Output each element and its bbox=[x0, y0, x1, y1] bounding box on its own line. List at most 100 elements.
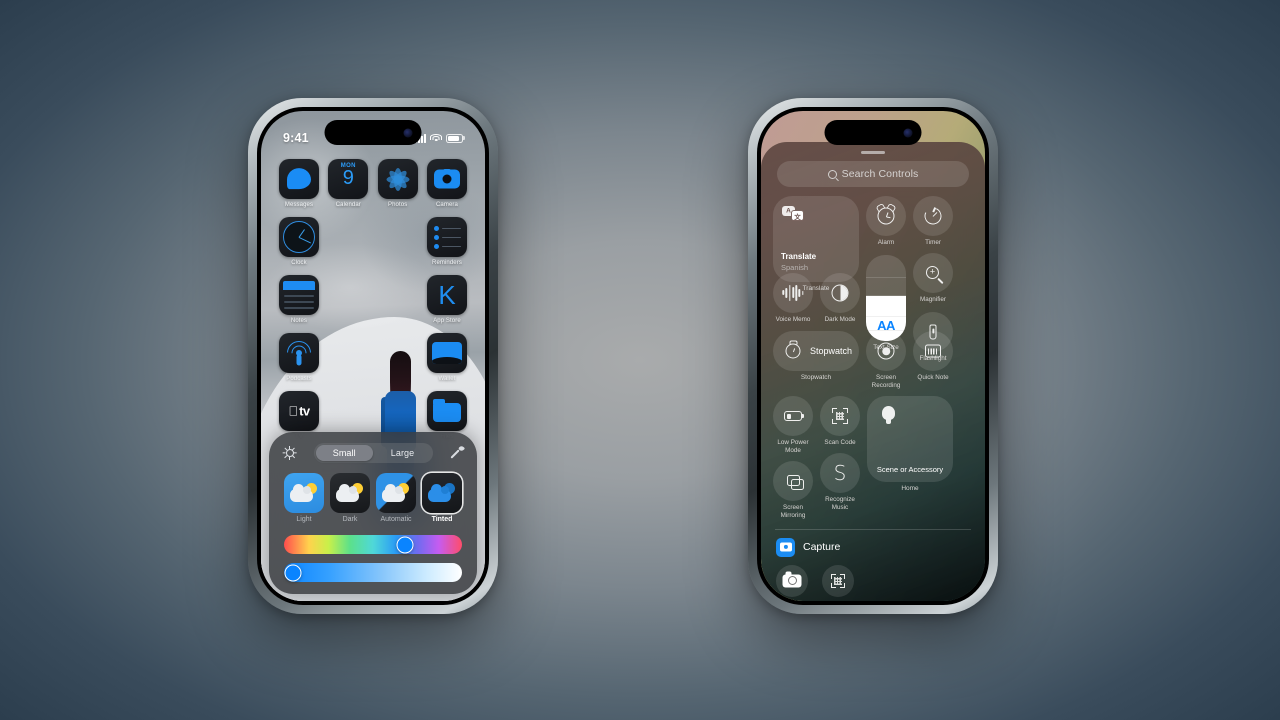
scene-title: Scene or Accessory bbox=[876, 465, 944, 475]
scan-code-label: Scan Code bbox=[824, 439, 856, 447]
calendar-icon: MON 9 bbox=[328, 159, 369, 199]
alarm-label: Alarm bbox=[877, 239, 895, 246]
app-label: Camera bbox=[436, 202, 458, 208]
hue-slider[interactable] bbox=[284, 535, 462, 554]
battery-low-icon bbox=[773, 396, 813, 437]
app-row: Clock Reminders bbox=[279, 217, 467, 266]
dynamic-island bbox=[824, 120, 922, 145]
app-empty bbox=[328, 275, 368, 324]
code-scanner-control[interactable] bbox=[822, 564, 854, 597]
reminders-icon bbox=[426, 217, 467, 257]
photos-icon bbox=[377, 159, 418, 199]
tint-brightness-slider[interactable] bbox=[284, 563, 462, 582]
controls-row: Stopwatch Stopwatch Screen Recording Qui… bbox=[773, 331, 973, 390]
app-row: Podcasts Wallet bbox=[279, 333, 467, 382]
control-alarm[interactable]: Alarm bbox=[866, 196, 906, 247]
app-reminders[interactable]: Reminders bbox=[426, 217, 467, 266]
control-timer[interactable]: Timer bbox=[913, 196, 953, 247]
control-stopwatch[interactable]: Stopwatch bbox=[773, 331, 859, 372]
theme-tinted[interactable]: Tinted bbox=[422, 473, 462, 523]
app-messages[interactable]: Messages bbox=[279, 159, 319, 208]
phone-bezel: Search Controls A 文 Translate Spanish Tr… bbox=[757, 107, 989, 605]
theme-dark[interactable]: Dark bbox=[330, 473, 370, 523]
theme-automatic[interactable]: Automatic bbox=[376, 473, 416, 523]
theme-thumbnail bbox=[422, 473, 462, 513]
theme-thumbnail bbox=[284, 473, 324, 513]
app-notes[interactable]: Notes bbox=[279, 275, 319, 324]
eyedropper-icon[interactable] bbox=[450, 446, 464, 460]
alarm-clock-icon bbox=[866, 196, 906, 236]
hue-slider-knob[interactable] bbox=[396, 536, 414, 553]
battery-icon bbox=[446, 133, 463, 143]
lightbulb-icon bbox=[882, 406, 895, 425]
capture-label: Capture bbox=[803, 541, 841, 554]
control-translate[interactable]: A 文 Translate Spanish bbox=[773, 196, 859, 282]
timer-icon bbox=[913, 196, 953, 236]
scan-shazam-column: Scan Code S Recognize Music bbox=[820, 396, 860, 519]
control-low-power-mode[interactable]: Low Power Mode bbox=[773, 396, 813, 455]
control-magnifier[interactable]: + Magnifier bbox=[913, 252, 953, 304]
app-label: Podcasts bbox=[286, 376, 312, 382]
recognize-music-label: Recognize Music bbox=[825, 496, 855, 511]
stopwatch-title: Stopwatch bbox=[810, 346, 853, 357]
screen-mirroring-label: Screen Mirroring bbox=[780, 503, 806, 519]
camera-icon bbox=[426, 159, 467, 199]
podcasts-icon bbox=[279, 333, 319, 373]
clock-icon bbox=[279, 217, 319, 257]
segment-large[interactable]: Large bbox=[374, 445, 432, 461]
translate-title: Translate bbox=[781, 252, 817, 262]
phone-right-control-center: Search Controls A 文 Translate Spanish Tr… bbox=[748, 98, 998, 614]
magnifier-icon: + bbox=[913, 252, 953, 293]
app-label: Reminders bbox=[432, 260, 462, 266]
camera-control[interactable] bbox=[776, 564, 808, 597]
drag-handle[interactable] bbox=[861, 151, 885, 155]
lowpower-mirror-column: Low Power Mode Screen Mirroring bbox=[773, 396, 813, 519]
control-screen-recording[interactable]: Screen Recording bbox=[866, 331, 906, 390]
screen-control-center: Search Controls A 文 Translate Spanish Tr… bbox=[761, 111, 985, 601]
sun-icon[interactable] bbox=[282, 446, 297, 461]
app-wallet[interactable]: Wallet bbox=[426, 333, 467, 382]
app-app-store[interactable]: K App Store bbox=[426, 275, 467, 324]
screen-mirroring-icon bbox=[773, 460, 813, 501]
low-power-mode-label: Low Power Mode bbox=[777, 439, 809, 455]
wifi-icon bbox=[430, 133, 442, 143]
app-label: Calendar bbox=[335, 202, 361, 208]
phone-left-home-screen: 9:41 Messages MON 9 Calendar Photos Came… bbox=[248, 98, 498, 614]
appearance-panel: Small Large Light Dark Automatic Tinted bbox=[269, 432, 477, 594]
control-scene-or-accessory[interactable]: Scene or Accessory bbox=[867, 396, 953, 483]
capture-section-header[interactable]: Capture bbox=[773, 537, 973, 557]
app-camera[interactable]: Camera bbox=[426, 159, 467, 208]
control-recognize-music[interactable]: S Recognize Music bbox=[820, 453, 860, 512]
control-voice-memo[interactable]: Voice Memo bbox=[773, 272, 813, 324]
tint-brightness-slider-knob[interactable] bbox=[284, 564, 302, 581]
segment-small[interactable]: Small bbox=[315, 445, 373, 461]
app-empty bbox=[378, 275, 418, 324]
dark-mode-icon bbox=[820, 272, 860, 313]
theme-label: Dark bbox=[342, 516, 358, 523]
waveform-icon bbox=[773, 272, 813, 313]
control-screen-mirroring[interactable]: Screen Mirroring bbox=[773, 460, 813, 520]
quick-note-icon bbox=[913, 331, 953, 372]
search-controls-field[interactable]: Search Controls bbox=[777, 161, 969, 187]
control-scan-code[interactable]: Scan Code bbox=[820, 396, 860, 447]
app-row: Messages MON 9 Calendar Photos Camera bbox=[279, 159, 467, 208]
front-camera-icon bbox=[903, 128, 913, 137]
calendar-day: 9 bbox=[342, 167, 354, 189]
control-quick-note[interactable]: Quick Note bbox=[913, 331, 953, 390]
icon-size-segmented-control[interactable]: Small Large bbox=[313, 443, 434, 463]
app-photos[interactable]: Photos bbox=[377, 159, 418, 208]
scene-column: Scene or Accessory Home bbox=[867, 396, 953, 519]
app-podcasts[interactable]: Podcasts bbox=[279, 333, 319, 382]
theme-light[interactable]: Light bbox=[284, 473, 324, 523]
stopwatch-icon bbox=[782, 340, 804, 362]
app-calendar[interactable]: MON 9 Calendar bbox=[328, 159, 369, 208]
control-dark-mode[interactable]: Dark Mode bbox=[820, 272, 860, 324]
app-grid: Messages MON 9 Calendar Photos Camera Cl… bbox=[261, 159, 485, 449]
app-store-icon: K bbox=[426, 275, 467, 315]
phone-bezel: 9:41 Messages MON 9 Calendar Photos Came… bbox=[257, 107, 489, 605]
screen-home: 9:41 Messages MON 9 Calendar Photos Came… bbox=[261, 111, 485, 601]
magnifier-label: Magnifier bbox=[920, 295, 946, 303]
app-clock[interactable]: Clock bbox=[279, 217, 319, 266]
text-size-icon[interactable]: AA bbox=[866, 254, 906, 341]
controls-row: Low Power Mode Screen Mirroring Scan Cod… bbox=[773, 396, 973, 519]
